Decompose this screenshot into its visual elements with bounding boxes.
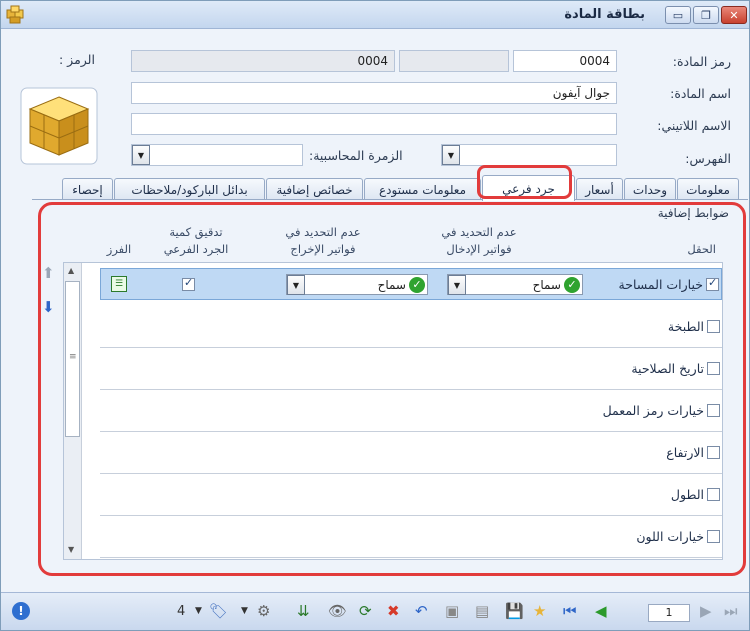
index-combo[interactable] [441,144,617,166]
account-group-label: الزمرة المحاسبية: [309,148,403,163]
star-icon[interactable]: ★ [533,603,546,620]
item-card-window: ✕ ❐ ▭ بطاقة المادة رمز المادة: 0004 0004… [0,0,750,631]
sort-down-icon[interactable]: ⇊ [297,603,310,620]
code-label: الرمز : [59,52,95,67]
info-icon[interactable]: ! [12,602,30,620]
minimize-button[interactable]: ▭ [665,6,691,24]
link-icon[interactable]: ⚙ [257,603,270,620]
next-record-icon[interactable]: ▶ [700,603,712,620]
minimize-icon: ▭ [672,8,684,22]
title-bar: ✕ ❐ ▭ بطاقة المادة [1,1,749,29]
chevron-down-icon: ▼ [137,150,145,160]
tab-extra-properties[interactable]: خصائص إضافية [266,178,363,200]
account-group-dropdown-button[interactable]: ▼ [132,145,150,165]
last-record-icon[interactable]: ⏭ [724,603,738,620]
account-group-combo[interactable] [131,144,303,166]
eye-icon[interactable]: 👁 [328,603,347,620]
window-title: بطاقة المادة [564,7,645,22]
tab-units[interactable]: وحدات [624,178,676,200]
tab-prices[interactable]: أسعار [576,178,623,200]
tab-statistics[interactable]: إحصاء [62,178,113,200]
extra-code-input[interactable] [399,50,509,72]
count-value: 4 [177,604,186,619]
copy-icon[interactable]: ▣ [445,603,459,620]
item-name-input[interactable]: جوال آيفون [131,82,617,104]
panel-highlight-annotation [38,202,746,576]
chevron-down-icon: ▼ [447,150,455,160]
item-code-input[interactable]: 0004 [513,50,617,72]
tab-strip: معلومات وحدات أسعار جرد فرعي معلومات مست… [59,175,739,201]
tag-icon[interactable]: 🏷 [209,603,228,620]
index-label: الفهرس: [685,151,731,166]
restore-icon: ❐ [701,8,711,22]
tag-dropdown-icon[interactable]: ▼ [241,603,248,620]
item-code-label: رمز المادة: [672,54,731,69]
save-icon[interactable]: 💾 [505,603,524,620]
item-name-label: اسم المادة: [670,86,731,101]
previous-record-icon[interactable]: ◀ [595,603,607,620]
code-input[interactable]: 0004 [131,50,395,72]
app-icon [6,5,24,24]
undo-icon[interactable]: ↶ [415,603,428,620]
first-record-icon[interactable]: ⏮ [563,603,577,620]
latin-name-label: الاسم اللاتيني: [657,118,731,133]
tab-barcode-notes[interactable]: بدائل الباركود/ملاحظات [114,178,265,200]
count-dropdown-icon[interactable]: ▼ [195,603,202,620]
restore-button[interactable]: ❐ [693,6,719,24]
close-icon: ✕ [729,8,739,22]
delete-icon[interactable]: ✖ [387,603,400,620]
product-box-icon [20,87,98,165]
latin-name-input[interactable] [131,113,617,135]
tab-highlight-annotation [477,165,572,199]
refresh-icon[interactable]: ⟳ [359,603,372,620]
paste-icon[interactable]: ▤ [475,603,489,620]
tab-warehouse-info[interactable]: معلومات مستودع [364,178,481,200]
index-dropdown-button[interactable]: ▼ [442,145,460,165]
page-number-input[interactable]: 1 [648,604,690,622]
tab-info[interactable]: معلومات [677,178,739,200]
bottom-toolbar: ! 4 ▼ 🏷 ▼ ⚙ ⇊ 👁 ⟳ ✖ ↶ ▣ ▤ 💾 ★ ⏮ ◀ 1 ▶ ⏭ [1,592,749,630]
close-button[interactable]: ✕ [721,6,747,24]
